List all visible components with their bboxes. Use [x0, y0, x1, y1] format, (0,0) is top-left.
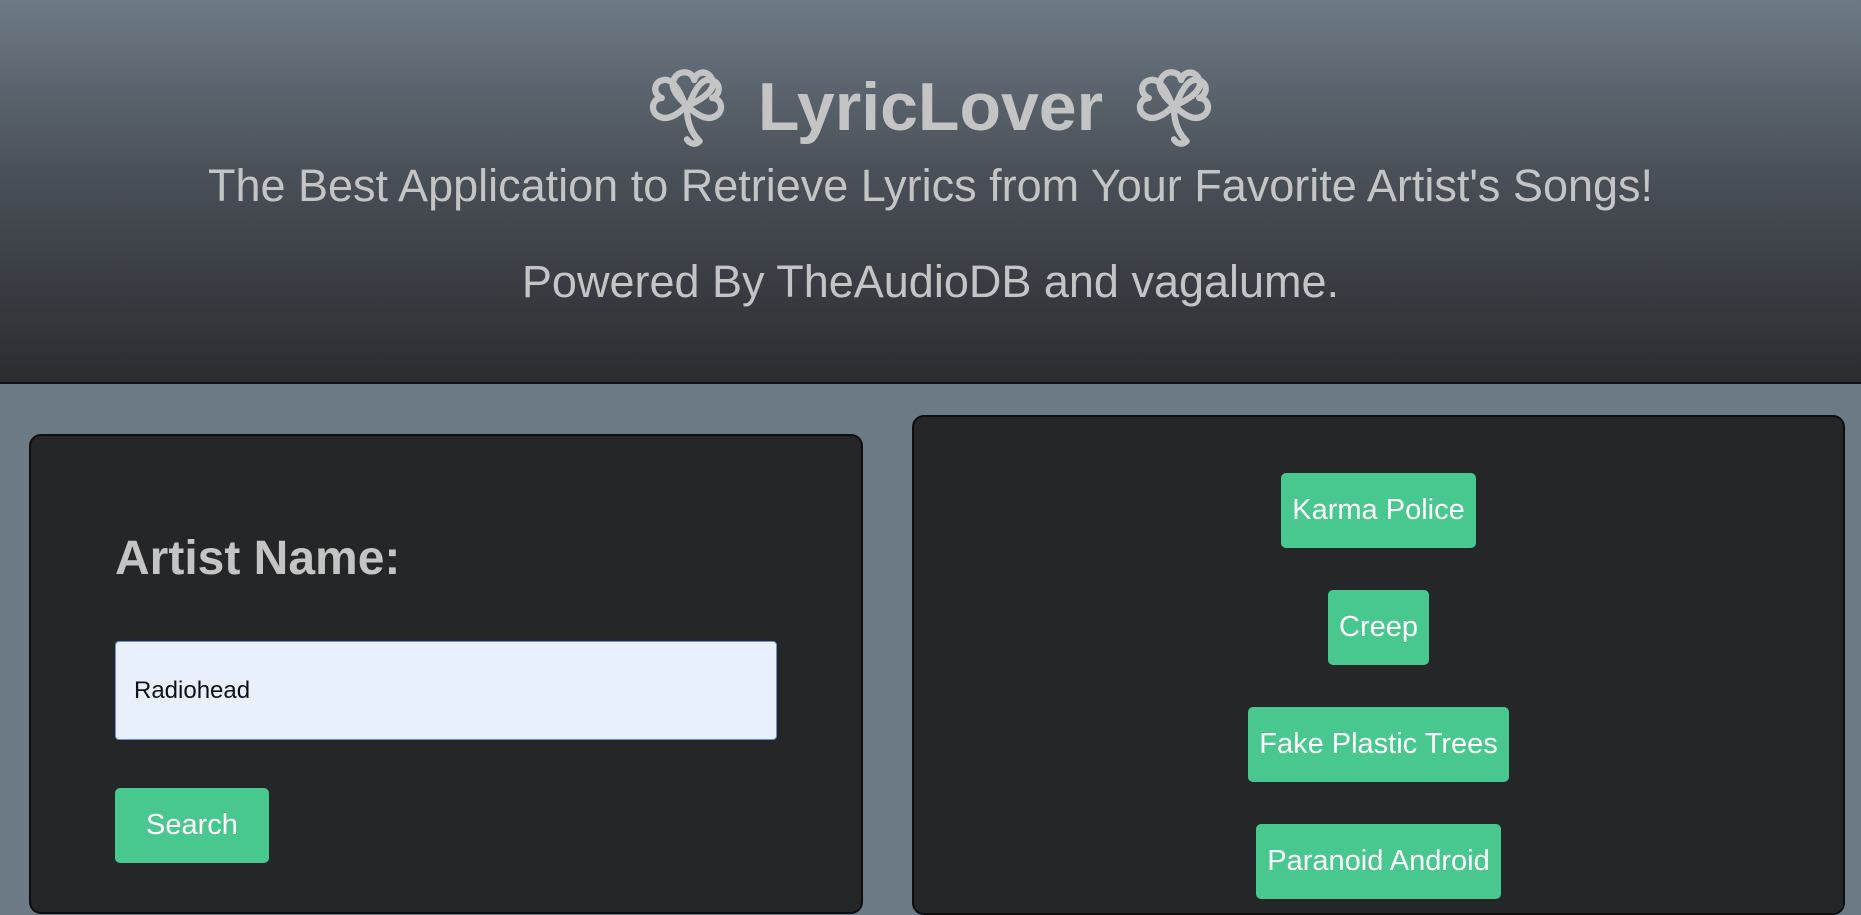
app-subtitle: The Best Application to Retrieve Lyrics …	[207, 160, 1654, 211]
clover-icon	[649, 69, 725, 147]
artist-name-input[interactable]	[115, 641, 777, 740]
song-button-karma-police[interactable]: Karma Police	[1281, 473, 1476, 548]
app-title: LyricLover	[757, 69, 1104, 145]
songs-panel: Karma Police Creep Fake Plastic Trees Pa…	[912, 415, 1845, 915]
powered-by-text: Powered By TheAudioDB and vagalume.	[521, 256, 1340, 307]
title-row: LyricLover	[0, 62, 1861, 152]
song-button-creep[interactable]: Creep	[1328, 590, 1429, 665]
site-header: LyricLover The Best Application to Retri…	[0, 0, 1861, 384]
search-panel: Artist Name: Search	[29, 434, 863, 914]
artist-name-label: Artist Name:	[115, 532, 401, 585]
clover-icon	[1136, 69, 1212, 147]
song-list: Karma Police Creep Fake Plastic Trees Pa…	[914, 473, 1843, 899]
song-button-paranoid-android[interactable]: Paranoid Android	[1256, 824, 1501, 899]
search-button[interactable]: Search	[115, 788, 269, 863]
song-button-fake-plastic-trees[interactable]: Fake Plastic Trees	[1248, 707, 1509, 782]
